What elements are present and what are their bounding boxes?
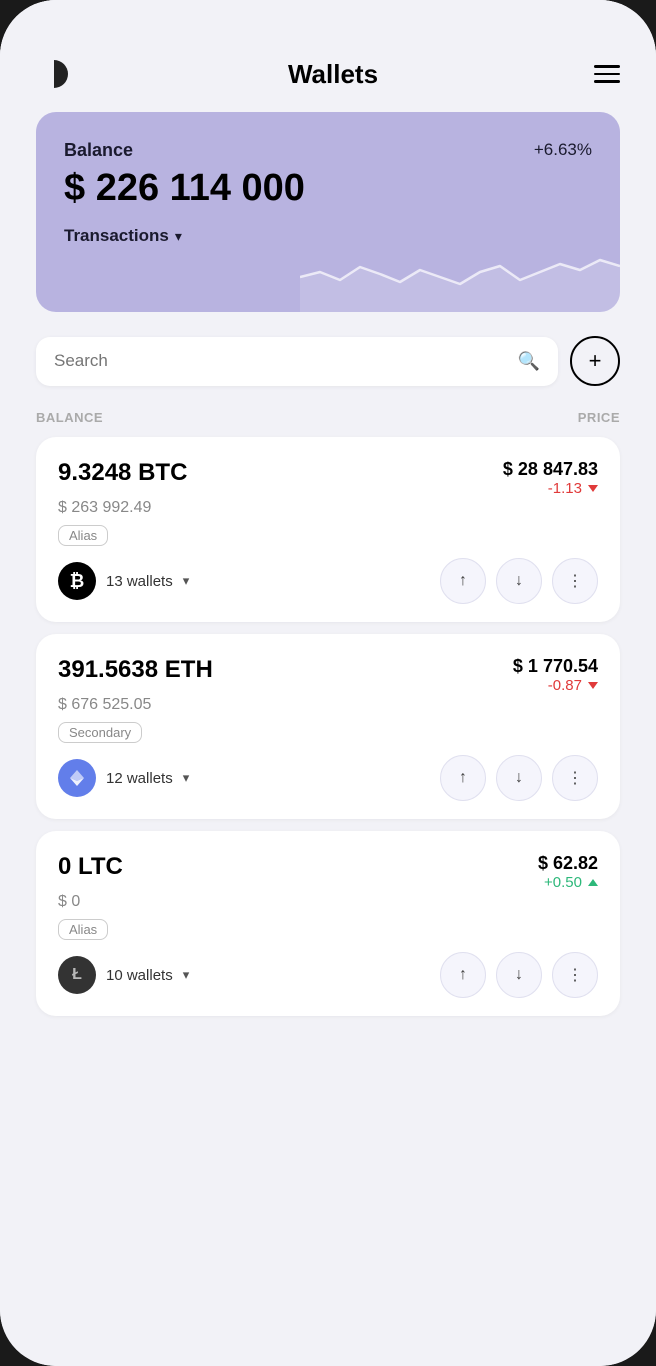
price-column-header: PRICE bbox=[578, 410, 620, 425]
balance-column-header: BALANCE bbox=[36, 410, 103, 425]
eth-svg bbox=[67, 768, 87, 788]
coin-wallets-btc[interactable]: ₿ 13 wallets ▾ bbox=[58, 562, 189, 600]
transactions-label: Transactions bbox=[64, 226, 169, 246]
coin-bottom-btc: ₿ 13 wallets ▾ ↑ ↓ ⋮ bbox=[58, 558, 598, 604]
up-arrow-icon-ltc bbox=[588, 879, 598, 886]
menu-line-3 bbox=[594, 80, 620, 83]
coin-amount-eth: 391.5638 ETH bbox=[58, 656, 213, 684]
coin-card-ltc: 0 LTC $ 62.82 +0.50 $ 0 Alias Ł bbox=[36, 831, 620, 1016]
menu-line-1 bbox=[594, 65, 620, 68]
logo-icon bbox=[36, 56, 72, 92]
add-wallet-button[interactable]: + bbox=[570, 336, 620, 386]
coin-card-eth: 391.5638 ETH $ 1 770.54 -0.87 $ 676 525.… bbox=[36, 634, 620, 819]
column-headers: BALANCE PRICE bbox=[0, 396, 656, 433]
app-container: Wallets Balance +6.63% $ 226 114 000 Tra… bbox=[0, 0, 656, 1366]
send-button-ltc[interactable]: ↑ bbox=[440, 952, 486, 998]
coin-change-ltc: +0.50 bbox=[544, 874, 598, 891]
alias-badge-eth: Secondary bbox=[58, 722, 142, 743]
balance-percent: +6.63% bbox=[534, 140, 592, 160]
action-buttons-ltc: ↑ ↓ ⋮ bbox=[440, 952, 598, 998]
more-button-ltc[interactable]: ⋮ bbox=[552, 952, 598, 998]
coin-price-eth: $ 1 770.54 bbox=[513, 656, 598, 677]
send-button-eth[interactable]: ↑ bbox=[440, 755, 486, 801]
price-col-btc: $ 28 847.83 -1.13 bbox=[503, 459, 598, 497]
coin-bottom-eth: 12 wallets ▾ ↑ ↓ ⋮ bbox=[58, 755, 598, 801]
ltc-icon: Ł bbox=[58, 956, 96, 994]
coin-wallets-eth[interactable]: 12 wallets ▾ bbox=[58, 759, 189, 797]
coin-price-ltc: $ 62.82 bbox=[538, 853, 598, 874]
price-col-ltc: $ 62.82 +0.50 bbox=[538, 853, 598, 891]
coin-amount-ltc: 0 LTC bbox=[58, 853, 123, 881]
alias-badge-ltc: Alias bbox=[58, 919, 108, 940]
phone-frame: Wallets Balance +6.63% $ 226 114 000 Tra… bbox=[0, 0, 656, 1366]
more-button-btc[interactable]: ⋮ bbox=[552, 558, 598, 604]
search-container: 🔍 bbox=[36, 337, 558, 386]
receive-button-eth[interactable]: ↓ bbox=[496, 755, 542, 801]
coin-usd-ltc: $ 0 bbox=[58, 893, 598, 911]
action-buttons-eth: ↑ ↓ ⋮ bbox=[440, 755, 598, 801]
coin-wallets-ltc[interactable]: Ł 10 wallets ▾ bbox=[58, 956, 189, 994]
search-icon: 🔍 bbox=[518, 351, 540, 372]
header: Wallets bbox=[0, 0, 656, 112]
menu-line-2 bbox=[594, 73, 620, 76]
coins-list: 9.3248 BTC $ 28 847.83 -1.13 $ 263 992.4… bbox=[0, 433, 656, 1052]
coin-price-btc: $ 28 847.83 bbox=[503, 459, 598, 480]
page-title: Wallets bbox=[288, 59, 378, 90]
alias-badge-btc: Alias bbox=[58, 525, 108, 546]
price-col-eth: $ 1 770.54 -0.87 bbox=[513, 656, 598, 694]
btc-icon: ₿ bbox=[58, 562, 96, 600]
wallets-count-ltc: 10 wallets bbox=[106, 967, 173, 984]
search-input[interactable] bbox=[54, 351, 508, 371]
wallets-chevron-eth: ▾ bbox=[183, 770, 190, 786]
wallets-chevron-btc: ▾ bbox=[183, 573, 190, 589]
transactions-button[interactable]: Transactions ▾ bbox=[64, 226, 592, 246]
coin-change-btc: -1.13 bbox=[548, 480, 598, 497]
action-buttons-btc: ↑ ↓ ⋮ bbox=[440, 558, 598, 604]
receive-button-btc[interactable]: ↓ bbox=[496, 558, 542, 604]
search-row: 🔍 + bbox=[36, 336, 620, 386]
coin-usd-btc: $ 263 992.49 bbox=[58, 499, 598, 517]
coin-amount-btc: 9.3248 BTC bbox=[58, 459, 187, 487]
down-arrow-icon-btc bbox=[588, 485, 598, 492]
balance-amount: $ 226 114 000 bbox=[64, 167, 592, 210]
more-button-eth[interactable]: ⋮ bbox=[552, 755, 598, 801]
coin-change-eth: -0.87 bbox=[548, 677, 598, 694]
transactions-chevron-icon: ▾ bbox=[175, 228, 182, 245]
menu-button[interactable] bbox=[594, 65, 620, 83]
wallets-chevron-ltc: ▾ bbox=[183, 967, 190, 983]
coin-card-btc: 9.3248 BTC $ 28 847.83 -1.13 $ 263 992.4… bbox=[36, 437, 620, 622]
balance-card: Balance +6.63% $ 226 114 000 Transaction… bbox=[36, 112, 620, 312]
coin-bottom-ltc: Ł 10 wallets ▾ ↑ ↓ ⋮ bbox=[58, 952, 598, 998]
wallets-count-btc: 13 wallets bbox=[106, 573, 173, 590]
balance-label: Balance bbox=[64, 140, 133, 161]
receive-button-ltc[interactable]: ↓ bbox=[496, 952, 542, 998]
wallets-count-eth: 12 wallets bbox=[106, 770, 173, 787]
coin-usd-eth: $ 676 525.05 bbox=[58, 696, 598, 714]
eth-icon bbox=[58, 759, 96, 797]
down-arrow-icon-eth bbox=[588, 682, 598, 689]
send-button-btc[interactable]: ↑ bbox=[440, 558, 486, 604]
